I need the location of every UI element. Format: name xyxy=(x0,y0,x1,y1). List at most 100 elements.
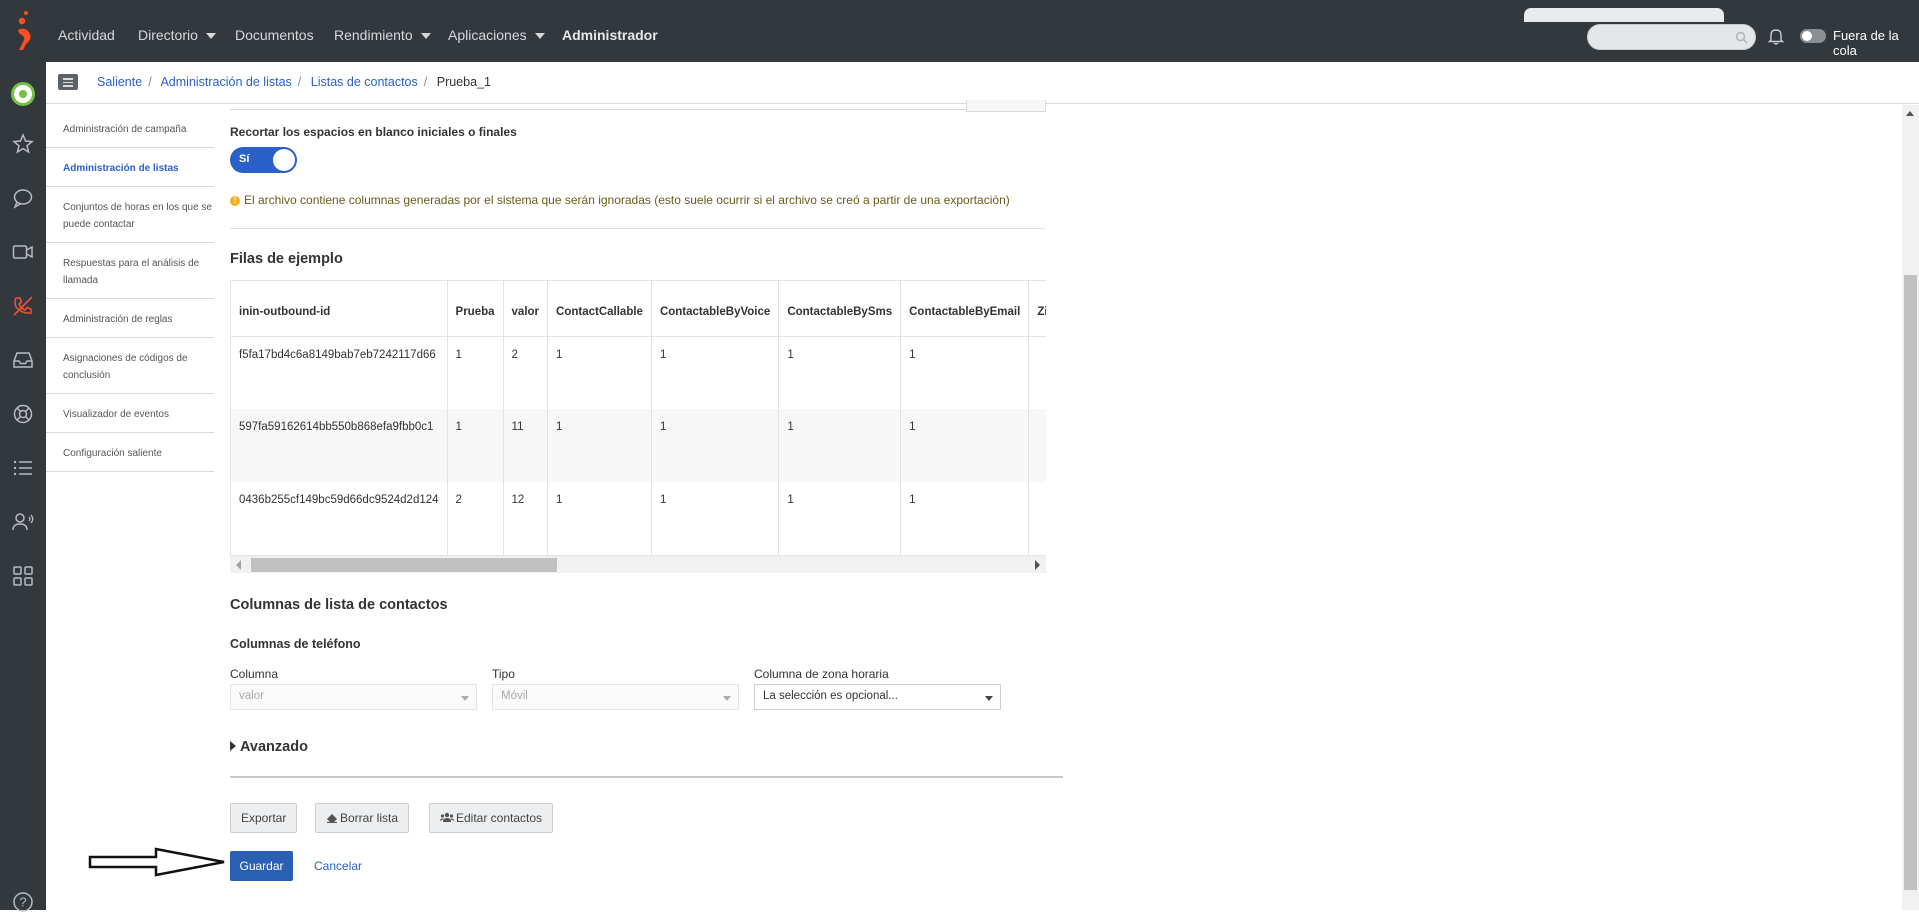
breadcrumb-saliente[interactable]: Saliente xyxy=(97,75,142,89)
table-row: 597fa59162614bb550b868efa9fbb0c1 1 11 1 … xyxy=(231,409,1046,482)
edit-contacts-button[interactable]: Editar contactos xyxy=(429,803,554,833)
chat-icon[interactable] xyxy=(11,186,35,210)
nav-aplicaciones[interactable]: Aplicaciones xyxy=(448,27,545,43)
users-icon xyxy=(440,812,454,822)
column-header: valor xyxy=(503,281,549,337)
nav-label: Aplicaciones xyxy=(448,27,527,43)
avatar[interactable] xyxy=(11,82,35,106)
nav-actividad[interactable]: Actividad xyxy=(58,27,115,43)
divider xyxy=(230,776,1063,778)
nav-documentos[interactable]: Documentos xyxy=(235,27,314,43)
nav-rendimiento[interactable]: Rendimiento xyxy=(334,27,431,43)
side-item-wrapup-mappings[interactable]: Asignaciones de códigos de conclusión xyxy=(46,338,214,394)
table-cell: 1 xyxy=(651,336,780,409)
column-select[interactable]: valor xyxy=(230,684,477,710)
bell-icon[interactable] xyxy=(1768,27,1784,45)
partial-field xyxy=(230,100,1045,110)
trim-whitespace-toggle[interactable]: Sí xyxy=(230,147,297,173)
table-cell: f5fa17bd4c6a8149bab7eb7242117d66 xyxy=(231,336,448,409)
table-cell: 1 xyxy=(547,409,652,482)
inbox-icon[interactable] xyxy=(11,348,35,372)
info-icon: ! xyxy=(230,196,240,206)
sample-rows-table: inin-outbound-id Prueba valor ContactCal… xyxy=(230,280,1046,573)
breadcrumb-list-admin[interactable]: Administración de listas xyxy=(160,75,291,89)
notification-tab xyxy=(1524,8,1724,22)
contact-columns-heading: Columnas de lista de contactos xyxy=(230,597,448,613)
table-cell: 1 xyxy=(547,482,652,555)
table-cell xyxy=(1028,409,1046,482)
side-item-outbound-settings[interactable]: Configuración saliente xyxy=(46,433,214,472)
eraser-icon xyxy=(327,814,337,823)
scroll-left-icon[interactable] xyxy=(236,560,241,570)
cancel-button[interactable]: Cancelar xyxy=(314,859,362,873)
phone-off-icon[interactable] xyxy=(11,294,35,318)
partial-field-button[interactable] xyxy=(966,100,1046,112)
table-cell: 2 xyxy=(503,336,549,409)
table-cell: 1 xyxy=(900,336,1030,409)
side-item-rules-admin[interactable]: Administración de reglas xyxy=(46,299,214,338)
column-header: ContactableByEmail xyxy=(900,281,1030,337)
side-item-list-admin[interactable]: Administración de listas xyxy=(46,148,214,187)
nav-administrador[interactable]: Administrador xyxy=(562,27,658,43)
scrollbar-thumb[interactable] xyxy=(1904,275,1917,890)
breadcrumb-contact-lists[interactable]: Listas de contactos xyxy=(311,75,418,89)
side-item-contactable-times[interactable]: Conjuntos de horas en los que se puede c… xyxy=(46,187,214,243)
side-item-call-analysis[interactable]: Respuestas para el análisis de llamada xyxy=(46,243,214,299)
timezone-column-select[interactable]: La selección es opcional... xyxy=(754,684,1001,710)
annotation-arrow xyxy=(88,847,225,877)
page-vertical-scrollbar[interactable] xyxy=(1902,105,1919,910)
queue-toggle[interactable] xyxy=(1800,29,1826,43)
warning-text: El archivo contiene columnas generadas p… xyxy=(244,193,1010,207)
breadcrumb-bar: Saliente / Administración de listas / List… xyxy=(46,62,1919,104)
side-item-label: Administración de listas xyxy=(63,163,179,174)
type-label: Tipo xyxy=(492,667,515,681)
breadcrumb: Saliente / Administración de listas / List… xyxy=(97,75,491,89)
lifebuoy-icon[interactable] xyxy=(11,402,35,426)
side-item-event-viewer[interactable]: Visualizador de eventos xyxy=(46,394,214,433)
chevron-down-icon xyxy=(420,33,431,40)
column-header: Prueba xyxy=(447,281,504,337)
table-cell xyxy=(1028,482,1046,555)
save-button[interactable]: Guardar xyxy=(230,851,293,881)
genesys-logo[interactable] xyxy=(14,10,34,52)
scrollbar-thumb[interactable] xyxy=(251,558,557,572)
star-icon[interactable] xyxy=(11,132,35,156)
column-header: ContactableBySms xyxy=(778,281,902,337)
side-item-campaign-admin[interactable]: Administración de campaña xyxy=(46,105,214,148)
menu-toggle-button[interactable] xyxy=(58,74,78,90)
video-icon[interactable] xyxy=(11,240,35,264)
apps-grid-icon[interactable] xyxy=(11,564,35,588)
nav-label: Directorio xyxy=(138,27,198,43)
clear-list-button[interactable]: Borrar lista xyxy=(315,803,410,833)
side-item-label: Visualizador de eventos xyxy=(63,409,169,420)
table-horizontal-scrollbar[interactable] xyxy=(230,555,1046,573)
queue-status-label: Fuera de la cola xyxy=(1833,28,1899,58)
chevron-down-icon xyxy=(534,33,545,40)
table-cell: 1 xyxy=(900,482,1030,555)
select-value: La selección es opcional... xyxy=(763,690,898,702)
help-icon[interactable]: ? xyxy=(11,890,35,914)
user-voice-icon[interactable] xyxy=(11,510,35,534)
table-cell: 597fa59162614bb550b868efa9fbb0c1 xyxy=(231,409,448,482)
nav-label: Actividad xyxy=(58,27,115,43)
list-icon[interactable] xyxy=(11,456,35,480)
select-value: valor xyxy=(239,690,264,702)
scroll-right-icon[interactable] xyxy=(1035,560,1040,570)
side-item-label: Administración de campaña xyxy=(63,124,187,135)
chevron-down-icon xyxy=(461,696,469,701)
timezone-column-label: Columna de zona horaria xyxy=(754,667,889,681)
table-cell: 1 xyxy=(900,409,1030,482)
nav-directorio[interactable]: Directorio xyxy=(138,27,216,43)
type-select[interactable]: Móvil xyxy=(492,684,739,710)
scroll-up-icon[interactable] xyxy=(1906,111,1914,116)
advanced-label: Avanzado xyxy=(240,739,308,755)
table-cell: 12 xyxy=(503,482,549,555)
advanced-toggle[interactable]: Avanzado xyxy=(230,739,308,755)
table-cell: 1 xyxy=(447,409,504,482)
export-button[interactable]: Exportar xyxy=(230,803,298,833)
toggle-knob xyxy=(273,149,295,171)
search-input[interactable] xyxy=(1587,24,1756,50)
side-item-label: Asignaciones de códigos de conclusión xyxy=(63,353,188,381)
table-cell: 1 xyxy=(547,336,652,409)
divider xyxy=(230,228,1045,229)
